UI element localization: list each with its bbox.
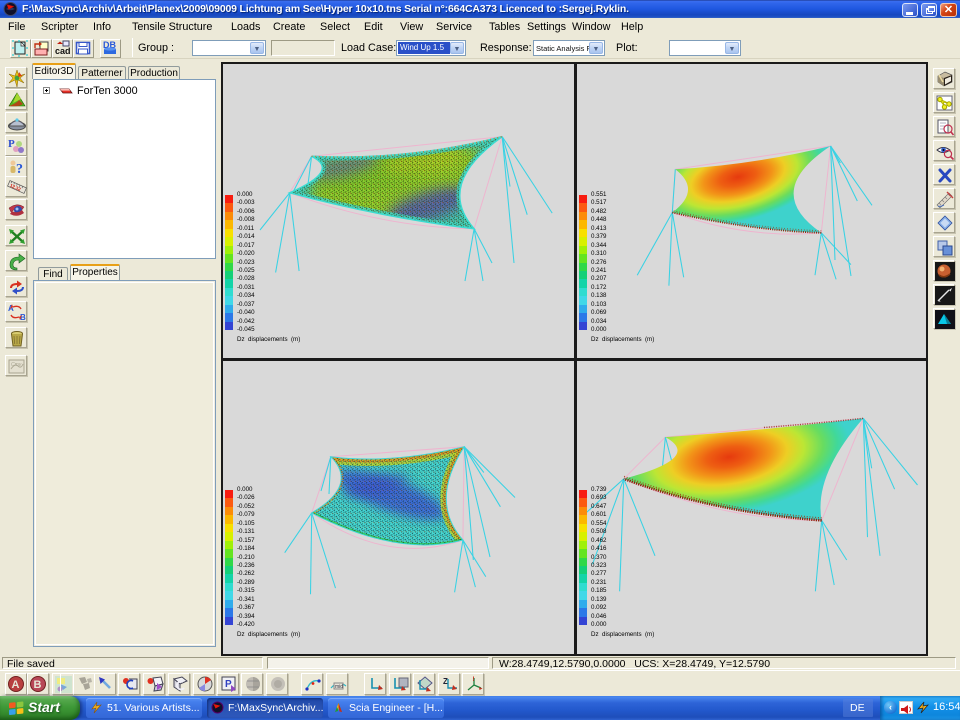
svg-text:mid: mid	[335, 684, 343, 690]
svg-text:B: B	[34, 679, 42, 691]
svg-text:A: A	[8, 304, 14, 313]
svg-text:?: ?	[16, 162, 23, 177]
svg-text:P: P	[225, 679, 232, 690]
svg-text:A: A	[12, 679, 20, 691]
svg-text:cad: cad	[55, 46, 71, 56]
svg-text:!: !	[473, 677, 475, 683]
svg-text:Cmv: Cmv	[11, 362, 22, 368]
svg-text:Z: Z	[443, 677, 448, 686]
